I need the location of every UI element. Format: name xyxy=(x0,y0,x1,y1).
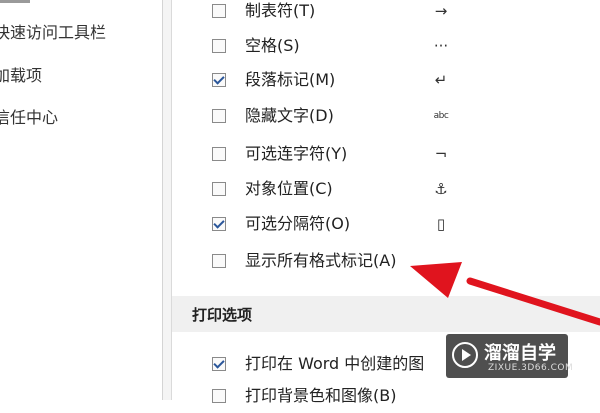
checkbox-optional-hyphens[interactable] xyxy=(212,147,226,161)
option-label: 空格(S) xyxy=(245,36,300,55)
checkbox-show-all-marks[interactable] xyxy=(212,254,226,268)
nav-item-trust-center[interactable]: 信任中心 xyxy=(0,104,58,128)
hidden-text-icon: abc xyxy=(433,111,449,121)
option-label: 段落标记(M) xyxy=(245,70,336,89)
dots-icon: ··· xyxy=(433,37,449,55)
separator-icon: ▯ xyxy=(436,215,446,233)
option-row-object-anchors[interactable]: 对象位置(C) ⚓ xyxy=(172,178,600,206)
option-label: 可选分隔符(O) xyxy=(245,214,351,233)
option-label: 对象位置(C) xyxy=(245,179,333,198)
checkbox-hidden-text[interactable] xyxy=(212,109,226,123)
option-row-show-all-marks[interactable]: 显示所有格式标记(A) xyxy=(172,250,600,278)
checkbox-spaces[interactable] xyxy=(212,39,226,53)
option-label: 显示所有格式标记(A) xyxy=(245,251,397,270)
option-row-paragraph-marks[interactable]: 段落标记(M) ↵ xyxy=(172,69,600,97)
section-title: 打印选项 xyxy=(192,306,253,324)
options-nav-pane: 快速访问工具栏 加载项 信任中心 xyxy=(0,0,163,400)
pane-divider xyxy=(163,0,172,400)
option-row-optional-breaks[interactable]: 可选分隔符(O) ▯ xyxy=(172,213,600,241)
option-row-print-background[interactable]: 打印背景色和图像(B) xyxy=(172,385,600,413)
option-label: 隐藏文字(D) xyxy=(245,106,334,125)
nav-item-add-ins[interactable]: 加载项 xyxy=(0,62,42,86)
watermark-url: ZIXUE.3D66.COM xyxy=(488,363,574,373)
watermark-name: 溜溜自学 xyxy=(484,343,556,364)
nav-item-partial xyxy=(0,0,30,3)
checkbox-object-anchors[interactable] xyxy=(212,182,226,196)
play-logo-icon xyxy=(452,342,478,368)
print-options-section-header: 打印选项 xyxy=(172,296,600,332)
arrow-right-icon: → xyxy=(434,2,448,20)
anchor-icon: ⚓ xyxy=(434,180,448,198)
nav-item-quick-access-toolbar[interactable]: 快速访问工具栏 xyxy=(0,19,106,43)
option-row-spaces[interactable]: 空格(S) ··· xyxy=(172,35,600,63)
checkbox-tab-chars[interactable] xyxy=(212,4,226,18)
option-label: 打印在 Word 中创建的图 xyxy=(245,354,425,373)
watermark-badge: 溜溜自学 ZIXUE.3D66.COM xyxy=(446,334,573,378)
paragraph-mark-icon: ↵ xyxy=(434,71,448,89)
option-row-optional-hyphens[interactable]: 可选连字符(Y) ¬ xyxy=(172,143,600,171)
checkbox-print-background[interactable] xyxy=(212,389,226,403)
option-row-hidden-text[interactable]: 隐藏文字(D) abc xyxy=(172,105,600,133)
checkbox-optional-breaks[interactable] xyxy=(212,217,226,231)
option-row-tab-chars[interactable]: 制表符(T) → xyxy=(172,0,600,28)
checkbox-print-drawings[interactable] xyxy=(212,357,226,371)
option-label: 打印背景色和图像(B) xyxy=(245,386,397,405)
optional-hyphen-icon: ¬ xyxy=(434,145,448,163)
option-label: 可选连字符(Y) xyxy=(245,144,348,163)
option-label: 制表符(T) xyxy=(245,1,316,20)
checkbox-paragraph-marks[interactable] xyxy=(212,73,226,87)
